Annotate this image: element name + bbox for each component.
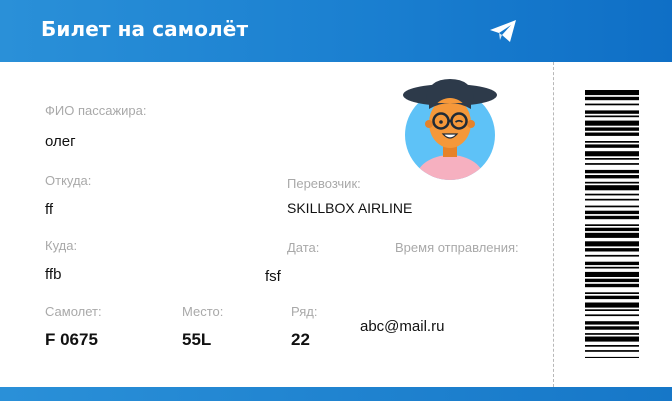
departure-time-label: Время отправления: [395, 240, 519, 255]
avatar-icon [403, 79, 497, 180]
to-value: ffb [45, 266, 62, 283]
carrier-value: SKILLBOX AIRLINE [287, 200, 413, 216]
passenger-label: ФИО пассажира: [45, 103, 147, 118]
date-label: Дата: [287, 240, 320, 255]
carrier-label: Перевозчик: [287, 176, 361, 191]
tear-line [553, 62, 554, 387]
plane-label: Самолет: [45, 304, 102, 319]
flight-ticket: Билет на самолёт ФИО пассажира: олег Отк… [0, 0, 672, 401]
from-value: ff [45, 201, 54, 218]
ticket-title: Билет на самолёт [41, 17, 249, 41]
ticket-header: Билет на самолёт [0, 0, 672, 62]
from-label: Откуда: [45, 173, 92, 188]
plane-value: F 0675 [45, 330, 98, 349]
to-label: Куда: [45, 238, 78, 253]
passenger-name: олег [45, 133, 76, 150]
seat-value: 55L [182, 330, 212, 349]
ticket-footer [0, 387, 672, 401]
email-value: abc@mail.ru [360, 318, 445, 335]
row-label: Ряд: [291, 304, 318, 319]
seat-label: Место: [182, 304, 224, 319]
row-value: 22 [291, 330, 310, 349]
paper-plane-icon [490, 20, 516, 42]
barcode-icon [585, 90, 639, 358]
date-value: fsf [265, 268, 281, 285]
